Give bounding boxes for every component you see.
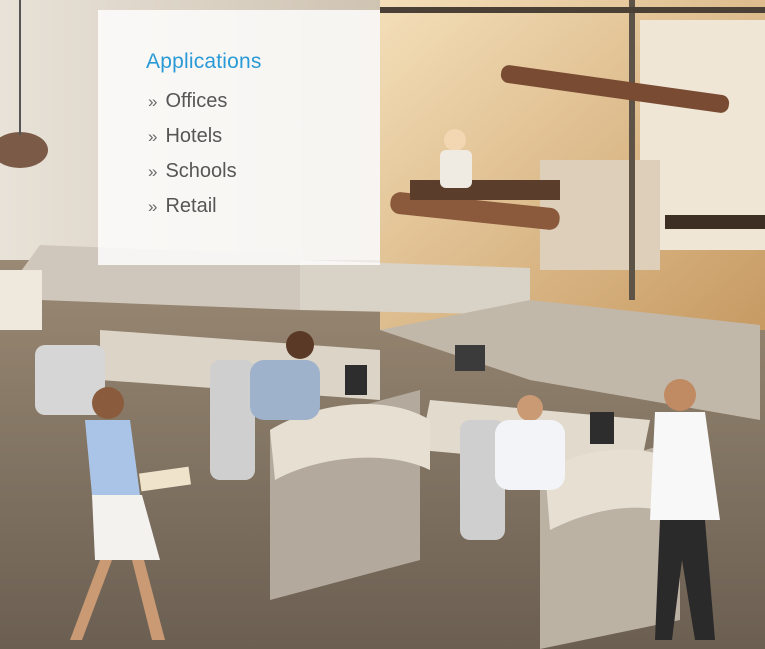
office-photo: Applications » Offices » Hotels » Schools »… — [0, 0, 765, 649]
application-label: Hotels — [165, 125, 223, 147]
chevron-icon: » — [148, 127, 158, 146]
person — [444, 129, 466, 151]
application-label: Offices — [165, 90, 228, 112]
list-item: » Schools — [148, 160, 237, 195]
applications-panel: Applications » Offices » Hotels » Schools »… — [98, 10, 380, 265]
laptop — [590, 412, 614, 444]
application-label: Retail — [165, 195, 217, 217]
applications-list: » Offices » Hotels » Schools » Retail — [148, 90, 237, 230]
person — [286, 331, 314, 359]
application-label: Schools — [165, 160, 237, 182]
list-item: » Hotels — [148, 125, 237, 160]
applications-title: Applications — [146, 50, 262, 73]
chevron-icon: » — [148, 197, 158, 216]
monitor — [455, 345, 485, 371]
chevron-icon: » — [148, 162, 158, 181]
person — [664, 379, 696, 411]
laptop — [345, 365, 367, 395]
person — [92, 387, 124, 419]
person — [517, 395, 543, 421]
chevron-icon: » — [148, 92, 158, 111]
list-item: » Retail — [148, 195, 237, 230]
list-item: » Offices — [148, 90, 237, 125]
chair — [210, 360, 255, 480]
building-model — [0, 270, 42, 330]
